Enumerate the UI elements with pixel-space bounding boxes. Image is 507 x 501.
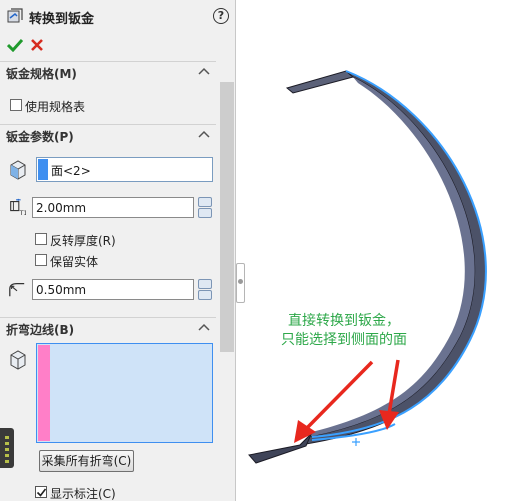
annotation-line-1: 直接转换到钣金， <box>288 313 400 329</box>
screen: 转换到钣金 ? 钣金规格(M) 使用规格表 钣金参数(P) 面<2> T 2.0… <box>0 0 507 501</box>
curved-wall-inner-face[interactable] <box>308 77 475 437</box>
origin-marker-icon <box>352 438 360 446</box>
part-model[interactable] <box>0 0 507 501</box>
annotation-line-2: 只能选择到侧面的面 <box>281 332 407 348</box>
selected-edge-highlight <box>311 70 487 438</box>
annotation-text: 直接转换到钣金， 只能选择到侧面的面 <box>259 312 429 350</box>
top-flange-face[interactable] <box>285 70 355 94</box>
